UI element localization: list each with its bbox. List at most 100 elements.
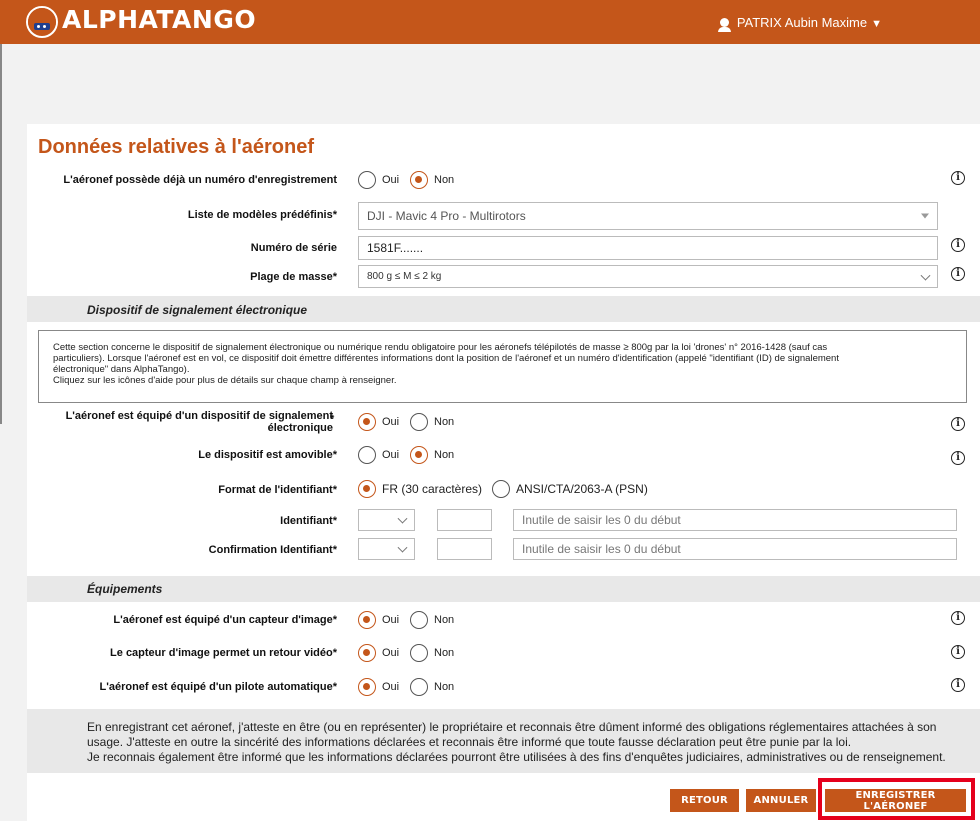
equipment-section-title: Équipements: [87, 582, 163, 596]
brand-name[interactable]: ALPHATANGO: [62, 5, 256, 34]
radio-label: Non: [434, 647, 455, 659]
mass-label: Plage de masse*: [250, 271, 337, 283]
chevron-down-icon: [397, 542, 408, 553]
radio-label: ANSI/CTA/2063-A (PSN): [516, 482, 648, 496]
top-bar: ALPHATANGO PATRIX Aubin Maxime ▼: [0, 0, 980, 44]
radio-label: Oui: [382, 174, 400, 186]
radio-circle[interactable]: [358, 413, 376, 431]
radio-circle[interactable]: [358, 446, 376, 464]
caret-down-icon: ▼: [871, 18, 882, 30]
dropdown-arrow-icon: [921, 213, 929, 219]
radio-label: Non: [434, 416, 455, 428]
note-line: particuliers). Lorsque l'aéronef est en …: [53, 353, 839, 364]
identifier-prefix-select[interactable]: [358, 509, 415, 531]
chevron-down-icon: [920, 270, 931, 281]
mass-select[interactable]: 800 g ≤ M ≤ 2 kg: [358, 265, 938, 288]
page-title: Données relatives à l'aéronef: [38, 136, 314, 158]
radio-circle[interactable]: [410, 611, 428, 629]
radio-circle[interactable]: [410, 413, 428, 431]
camera-no-radio[interactable]: Non: [410, 611, 454, 629]
confirm-identifier-input[interactable]: Inutile de saisir les 0 du début: [513, 538, 957, 560]
radio-circle[interactable]: [410, 644, 428, 662]
disclaimer-line: Je reconnais également être informé que …: [87, 750, 946, 764]
removable-no-radio[interactable]: Non: [410, 446, 454, 464]
note-line: Cette section concerne le dispositif de …: [53, 342, 828, 353]
alphatango-logo-icon[interactable]: [26, 6, 58, 38]
confirm-prefix-select[interactable]: [358, 538, 415, 560]
id-format-fr-radio[interactable]: FR (30 caractères): [358, 480, 482, 498]
identifier-input[interactable]: Inutile de saisir les 0 du début: [513, 509, 957, 531]
video-no-radio[interactable]: Non: [410, 644, 454, 662]
registration-yes-radio[interactable]: Oui: [358, 171, 399, 189]
label-line: électronique: [267, 422, 333, 434]
info-icon[interactable]: i: [951, 451, 965, 465]
disclaimer-line: usage. J'atteste en outre la sincérité d…: [87, 735, 852, 749]
info-icon[interactable]: i: [951, 238, 965, 252]
radio-circle[interactable]: [492, 480, 510, 498]
info-icon[interactable]: i: [951, 645, 965, 659]
mass-select-value: 800 g ≤ M ≤ 2 kg: [367, 271, 442, 282]
signal-section-title: Dispositif de signalement électronique: [87, 303, 308, 317]
autopilot-no-radio[interactable]: Non: [410, 678, 454, 696]
radio-circle[interactable]: [410, 446, 428, 464]
disclaimer-box: En enregistrant cet aéronef, j'atteste e…: [27, 709, 980, 773]
label-line: L'aéronef est équipé d'un dispositif de …: [65, 410, 333, 422]
note-line: Cliquez sur les icônes d'aide pour plus …: [53, 375, 397, 386]
autopilot-label: L'aéronef est équipé d'un pilote automat…: [99, 681, 337, 693]
radio-label: Oui: [382, 647, 400, 659]
info-icon[interactable]: i: [951, 171, 965, 185]
video-label: Le capteur d'image permet un retour vidé…: [110, 647, 337, 659]
signal-equipped-no-radio[interactable]: Non: [410, 413, 454, 431]
cancel-button[interactable]: ANNULER: [746, 789, 816, 812]
disclaimer-text: En enregistrant cet aéronef, j'atteste e…: [87, 720, 967, 765]
radio-circle[interactable]: [358, 171, 376, 189]
registration-label: L'aéronef possède déjà un numéro d'enreg…: [63, 174, 337, 186]
model-select[interactable]: DJI - Mavic 4 Pro - Multirotors: [358, 202, 938, 230]
confirm-code-input[interactable]: [437, 538, 492, 560]
model-select-value: DJI - Mavic 4 Pro - Multirotors: [367, 209, 526, 223]
radio-label: Non: [434, 449, 455, 461]
info-icon[interactable]: i: [951, 417, 965, 431]
identifier-label: Identifiant*: [280, 515, 337, 527]
user-menu[interactable]: PATRIX Aubin Maxime ▼: [717, 15, 882, 32]
disclaimer-line: En enregistrant cet aéronef, j'atteste e…: [87, 720, 937, 734]
video-yes-radio[interactable]: Oui: [358, 644, 399, 662]
radio-circle[interactable]: [410, 678, 428, 696]
equipment-section-header: Équipements: [27, 576, 980, 602]
signal-equipped-label: L'aéronef est équipé d'un dispositif de …: [40, 410, 333, 434]
info-icon[interactable]: i: [951, 611, 965, 625]
note-line: électronique" dans AlphaTango).: [53, 364, 190, 375]
registration-no-radio[interactable]: Non: [410, 171, 454, 189]
radio-label: Oui: [382, 449, 400, 461]
user-name: PATRIX Aubin Maxime: [736, 15, 868, 30]
highlight-frame: [818, 778, 975, 820]
id-format-ansi-radio[interactable]: ANSI/CTA/2063-A (PSN): [492, 480, 648, 498]
identifier-code-input[interactable]: [437, 509, 492, 531]
radio-label: Non: [434, 614, 455, 626]
removable-label: Le dispositif est amovible*: [198, 449, 337, 461]
required-asterisk: *: [330, 413, 335, 425]
signal-section-header: Dispositif de signalement électronique: [27, 296, 980, 322]
radio-circle[interactable]: [358, 678, 376, 696]
chevron-down-icon: [397, 513, 408, 524]
autopilot-yes-radio[interactable]: Oui: [358, 678, 399, 696]
radio-label: Non: [434, 681, 455, 693]
info-icon[interactable]: i: [951, 267, 965, 281]
radio-label: Oui: [382, 416, 400, 428]
radio-circle[interactable]: [358, 644, 376, 662]
serial-input[interactable]: 1581F.......: [358, 236, 938, 260]
radio-circle[interactable]: [410, 171, 428, 189]
camera-yes-radio[interactable]: Oui: [358, 611, 399, 629]
info-icon[interactable]: i: [951, 678, 965, 692]
radio-label: Oui: [382, 681, 400, 693]
radio-label: Oui: [382, 614, 400, 626]
id-format-label: Format de l'identifiant*: [218, 484, 337, 496]
model-label: Liste de modèles prédéfinis*: [187, 209, 337, 221]
radio-circle[interactable]: [358, 480, 376, 498]
radio-circle[interactable]: [358, 611, 376, 629]
signal-info-note: Cette section concerne le dispositif de …: [38, 330, 967, 403]
back-button[interactable]: RETOUR: [670, 789, 739, 812]
signal-equipped-yes-radio[interactable]: Oui: [358, 413, 399, 431]
removable-yes-radio[interactable]: Oui: [358, 446, 399, 464]
radio-label: FR (30 caractères): [382, 482, 483, 496]
